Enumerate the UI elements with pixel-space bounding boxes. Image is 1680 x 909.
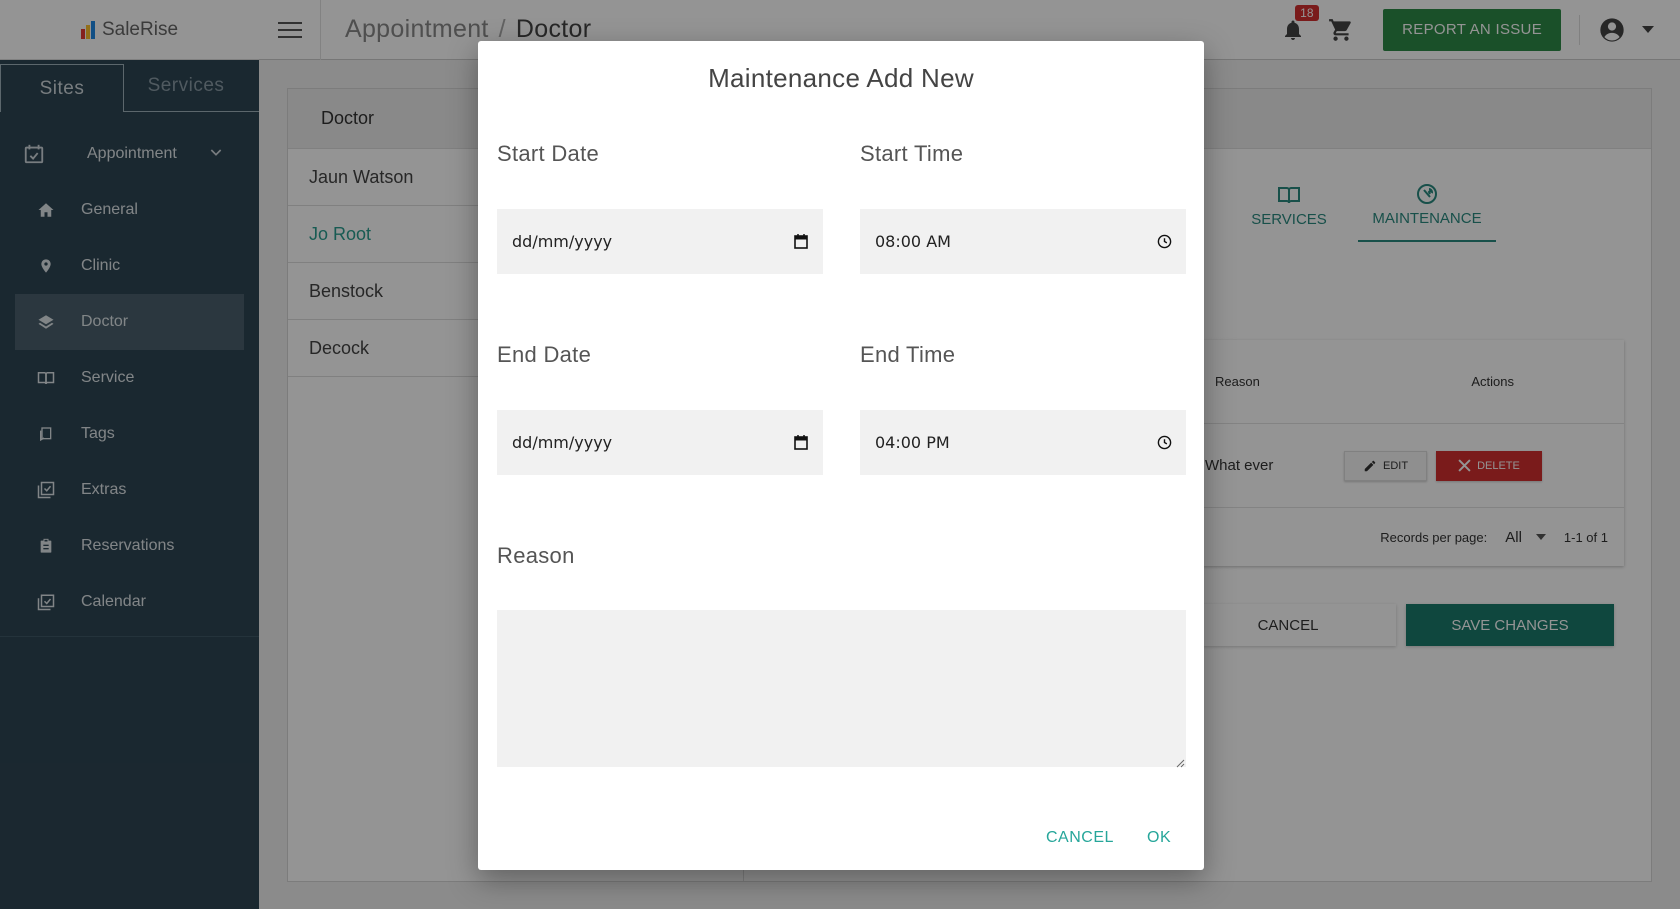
calendar-icon[interactable] [793, 234, 809, 250]
end-date-input[interactable]: dd/mm/yyyy [497, 410, 823, 475]
resize-handle-icon[interactable] [1176, 755, 1185, 773]
start-date-label: Start Date [497, 141, 600, 166]
end-time-input[interactable]: 04:00 PM [860, 410, 1186, 475]
dialog-cancel-button[interactable]: CANCEL [1046, 829, 1114, 847]
reason-label: Reason [497, 543, 575, 568]
dialog-title: Maintenance Add New [708, 63, 974, 93]
end-time-label: End Time [860, 342, 956, 367]
start-time-label: Start Time [860, 141, 964, 166]
dialog-ok-button[interactable]: OK [1147, 829, 1171, 847]
clock-icon[interactable] [1156, 234, 1172, 250]
start-date-input[interactable]: dd/mm/yyyy [497, 209, 823, 274]
clock-icon[interactable] [1156, 435, 1172, 451]
start-time-input[interactable]: 08:00 AM [860, 209, 1186, 274]
end-date-label: End Date [497, 342, 592, 367]
calendar-icon[interactable] [793, 435, 809, 451]
maintenance-dialog: Maintenance Add New Start Date Start Tim… [478, 41, 1204, 870]
reason-textarea[interactable] [497, 610, 1186, 767]
